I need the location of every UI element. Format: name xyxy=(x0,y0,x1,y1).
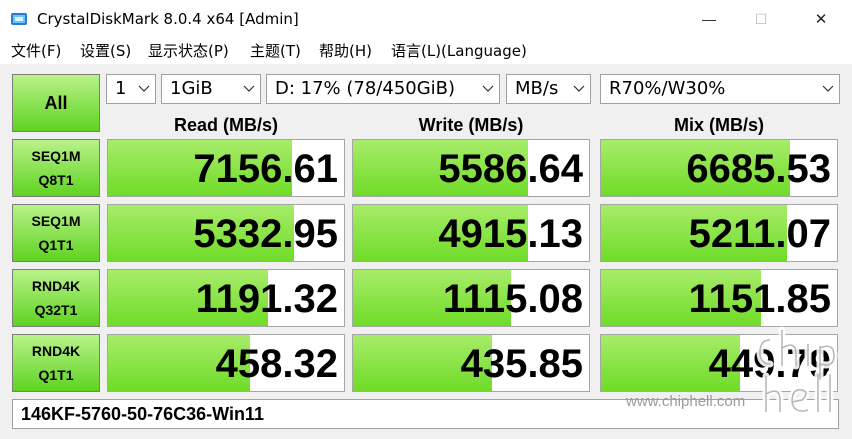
maximize-icon: ☐ xyxy=(754,10,768,27)
read-result-value: 458.32 xyxy=(215,342,338,386)
app-icon xyxy=(11,13,27,25)
mix-ratio-value: R70%/W30% xyxy=(609,78,726,99)
test-params: Q1T1 xyxy=(38,237,74,253)
mix-result-value: 6685.53 xyxy=(686,147,831,191)
read-result-cell: 5332.95 xyxy=(107,204,345,262)
maximize-button[interactable]: ☐ xyxy=(738,0,784,38)
test-count-select[interactable]: 1 xyxy=(106,74,156,104)
menu-help[interactable]: 帮助(H) xyxy=(319,41,372,61)
chevron-down-icon xyxy=(243,85,255,92)
test-name: RND4K xyxy=(31,343,81,359)
menu-settings[interactable]: 设置(S) xyxy=(80,41,131,61)
mix-result-cell: 5211.07 xyxy=(600,204,838,262)
test-button-rnd4k-q32t1[interactable]: RND4K Q32T1 xyxy=(12,269,100,327)
unit-value: MB/s xyxy=(515,78,559,99)
mix-result-cell: 6685.53 xyxy=(600,139,838,197)
title-bar: CrystalDiskMark 8.0.4 x64 [Admin] — ☐ ✕ xyxy=(0,0,852,38)
drive-select[interactable]: D: 17% (78/450GiB) xyxy=(266,74,500,104)
menu-file[interactable]: 文件(F) xyxy=(11,41,61,61)
read-result-cell: 1191.32 xyxy=(107,269,345,327)
chiphell-watermark-logo xyxy=(756,326,838,416)
write-result-value: 5586.64 xyxy=(438,147,583,191)
test-name: SEQ1M xyxy=(31,148,81,164)
menu-bar: 文件(F) 设置(S) 显示状态(P) 主题(T) 帮助(H) 语言(L)(La… xyxy=(0,38,852,64)
close-button[interactable]: ✕ xyxy=(798,0,844,38)
all-button[interactable]: All xyxy=(12,74,100,132)
menu-profile[interactable]: 显示状态(P) xyxy=(148,41,229,61)
mix-column-header: Mix (MB/s) xyxy=(674,115,764,135)
window-title: CrystalDiskMark 8.0.4 x64 [Admin] xyxy=(37,10,299,28)
write-result-cell: 1115.08 xyxy=(352,269,590,327)
test-params: Q1T1 xyxy=(38,367,74,383)
menu-theme[interactable]: 主题(T) xyxy=(250,41,301,61)
test-button-rnd4k-q1t1[interactable]: RND4K Q1T1 xyxy=(12,334,100,392)
minimize-button[interactable]: — xyxy=(686,0,732,38)
chevron-down-icon xyxy=(822,85,834,92)
test-name: RND4K xyxy=(31,278,81,294)
write-result-value: 1115.08 xyxy=(442,277,583,321)
minimize-icon: — xyxy=(702,11,716,27)
write-result-value: 435.85 xyxy=(460,342,583,386)
write-result-cell: 435.85 xyxy=(352,334,590,392)
write-result-value: 4915.13 xyxy=(438,212,583,256)
read-result-value: 5332.95 xyxy=(193,212,338,256)
read-result-value: 1191.32 xyxy=(195,277,338,321)
chevron-down-icon xyxy=(138,85,150,92)
test-button-seq1m-q1t1[interactable]: SEQ1M Q1T1 xyxy=(12,204,100,262)
test-params: Q8T1 xyxy=(38,172,74,188)
read-result-value: 7156.61 xyxy=(193,147,338,191)
unit-select[interactable]: MB/s xyxy=(506,74,591,104)
write-column-header: Write (MB/s) xyxy=(418,115,524,135)
test-button-seq1m-q8t1[interactable]: SEQ1M Q8T1 xyxy=(12,139,100,197)
drive-value: D: 17% (78/450GiB) xyxy=(275,78,456,99)
read-result-cell: 458.32 xyxy=(107,334,345,392)
read-result-cell: 7156.61 xyxy=(107,139,345,197)
chevron-down-icon xyxy=(573,85,585,92)
read-column-header: Read (MB/s) xyxy=(173,115,278,135)
mix-result-value: 5211.07 xyxy=(688,212,831,256)
test-size-value: 1GiB xyxy=(170,78,213,99)
mix-ratio-select[interactable]: R70%/W30% xyxy=(600,74,840,104)
test-count-value: 1 xyxy=(115,78,127,99)
all-button-label: All xyxy=(44,92,68,113)
watermark-text: www.chiphell.com xyxy=(626,393,746,410)
menu-language[interactable]: 语言(L)(Language) xyxy=(391,41,527,61)
write-result-cell: 5586.64 xyxy=(352,139,590,197)
chevron-down-icon xyxy=(482,85,494,92)
test-name: SEQ1M xyxy=(31,213,81,229)
test-size-select[interactable]: 1GiB xyxy=(161,74,261,104)
write-result-cell: 4915.13 xyxy=(352,204,590,262)
test-params: Q32T1 xyxy=(34,302,78,318)
close-icon: ✕ xyxy=(814,11,828,28)
